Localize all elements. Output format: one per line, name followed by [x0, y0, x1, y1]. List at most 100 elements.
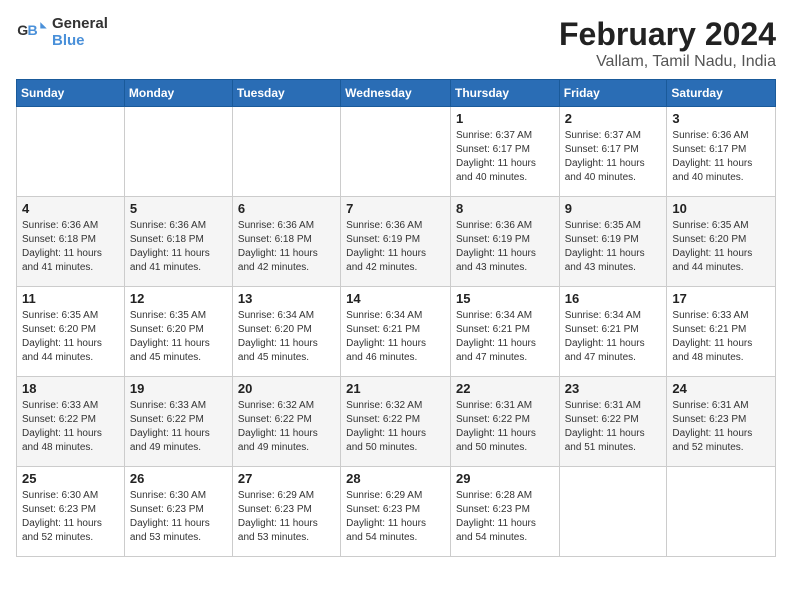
- calendar-cell: 24 Sunrise: 6:31 AM Sunset: 6:23 PM Dayli…: [667, 377, 776, 467]
- header-cell-wednesday: Wednesday: [341, 80, 451, 107]
- day-number: 1: [456, 111, 554, 126]
- calendar-cell: 25Sunrise: 6:30 AM Sunset: 6:23 PM Dayli…: [17, 467, 125, 557]
- calendar-cell: 12 Sunrise: 6:35 AM Sunset: 6:20 PM Dayli…: [124, 287, 232, 377]
- calendar-cell: 28 Sunrise: 6:29 AM Sunset: 6:23 PM Dayli…: [341, 467, 451, 557]
- day-info: Sunrise: 6:36 AM Sunset: 6:18 PM Dayligh…: [130, 219, 227, 275]
- day-info: Sunrise: 6:35 AM Sunset: 6:20 PM Dayligh…: [130, 309, 227, 365]
- title-area: February 2024 Vallam, Tamil Nadu, India: [559, 16, 776, 71]
- calendar-cell: 14 Sunrise: 6:34 AM Sunset: 6:21 PM Dayli…: [341, 287, 451, 377]
- day-number: 3: [672, 111, 770, 126]
- day-number: 4: [22, 201, 119, 216]
- day-number: 10: [672, 201, 770, 216]
- calendar-cell: 27 Sunrise: 6:29 AM Sunset: 6:23 PM Dayli…: [232, 467, 340, 557]
- calendar-cell: 5 Sunrise: 6:36 AM Sunset: 6:18 PM Daylig…: [124, 197, 232, 287]
- calendar-cell: [559, 467, 667, 557]
- day-number: 14: [346, 291, 445, 306]
- day-number: 18: [22, 381, 119, 396]
- calendar-cell: 17Sunrise: 6:33 AM Sunset: 6:21 PM Dayli…: [667, 287, 776, 377]
- day-number: 23: [565, 381, 662, 396]
- calendar-cell: 2 Sunrise: 6:37 AM Sunset: 6:17 PM Daylig…: [559, 107, 667, 197]
- day-number: 12: [130, 291, 227, 306]
- day-info: Sunrise: 6:31 AM Sunset: 6:23 PM Dayligh…: [672, 399, 770, 455]
- day-info: Sunrise: 6:29 AM Sunset: 6:23 PM Dayligh…: [346, 489, 445, 545]
- logo: G B General Blue: [16, 16, 108, 49]
- calendar-cell: [341, 107, 451, 197]
- day-number: 13: [238, 291, 335, 306]
- header-cell-tuesday: Tuesday: [232, 80, 340, 107]
- day-number: 15: [456, 291, 554, 306]
- day-number: 28: [346, 471, 445, 486]
- svg-text:B: B: [28, 21, 38, 37]
- calendar-cell: [17, 107, 125, 197]
- day-number: 2: [565, 111, 662, 126]
- calendar-cell: 22Sunrise: 6:31 AM Sunset: 6:22 PM Dayli…: [450, 377, 559, 467]
- day-number: 24: [672, 381, 770, 396]
- week-row-1: 4 Sunrise: 6:36 AM Sunset: 6:18 PM Daylig…: [17, 197, 776, 287]
- calendar-cell: 20Sunrise: 6:32 AM Sunset: 6:22 PM Dayli…: [232, 377, 340, 467]
- day-info: Sunrise: 6:35 AM Sunset: 6:20 PM Dayligh…: [672, 219, 770, 275]
- day-number: 25: [22, 471, 119, 486]
- calendar-cell: 18 Sunrise: 6:33 AM Sunset: 6:22 PM Dayli…: [17, 377, 125, 467]
- day-info: Sunrise: 6:33 AM Sunset: 6:22 PM Dayligh…: [22, 399, 119, 455]
- calendar-cell: 4 Sunrise: 6:36 AM Sunset: 6:18 PM Daylig…: [17, 197, 125, 287]
- calendar-table: SundayMondayTuesdayWednesdayThursdayFrid…: [16, 79, 776, 557]
- calendar-cell: 21Sunrise: 6:32 AM Sunset: 6:22 PM Dayli…: [341, 377, 451, 467]
- day-info: Sunrise: 6:32 AM Sunset: 6:22 PM Dayligh…: [346, 399, 445, 455]
- calendar-cell: 23Sunrise: 6:31 AM Sunset: 6:22 PM Dayli…: [559, 377, 667, 467]
- calendar-cell: [232, 107, 340, 197]
- day-info: Sunrise: 6:37 AM Sunset: 6:17 PM Dayligh…: [565, 129, 662, 185]
- calendar-cell: 26Sunrise: 6:30 AM Sunset: 6:23 PM Dayli…: [124, 467, 232, 557]
- day-info: Sunrise: 6:36 AM Sunset: 6:19 PM Dayligh…: [346, 219, 445, 275]
- calendar-cell: 1 Sunrise: 6:37 AM Sunset: 6:17 PM Daylig…: [450, 107, 559, 197]
- day-info: Sunrise: 6:29 AM Sunset: 6:23 PM Dayligh…: [238, 489, 335, 545]
- calendar-cell: 6Sunrise: 6:36 AM Sunset: 6:18 PM Daylig…: [232, 197, 340, 287]
- logo-line2: Blue: [52, 33, 108, 50]
- calendar-cell: 16 Sunrise: 6:34 AM Sunset: 6:21 PM Dayli…: [559, 287, 667, 377]
- header-cell-monday: Monday: [124, 80, 232, 107]
- month-year: February 2024: [559, 16, 776, 53]
- day-number: 27: [238, 471, 335, 486]
- calendar-cell: [124, 107, 232, 197]
- calendar-cell: 9Sunrise: 6:35 AM Sunset: 6:19 PM Daylig…: [559, 197, 667, 287]
- day-number: 5: [130, 201, 227, 216]
- day-info: Sunrise: 6:35 AM Sunset: 6:19 PM Dayligh…: [565, 219, 662, 275]
- day-number: 20: [238, 381, 335, 396]
- calendar-cell: 13 Sunrise: 6:34 AM Sunset: 6:20 PM Dayli…: [232, 287, 340, 377]
- day-number: 6: [238, 201, 335, 216]
- header-cell-sunday: Sunday: [17, 80, 125, 107]
- day-number: 16: [565, 291, 662, 306]
- header-row: SundayMondayTuesdayWednesdayThursdayFrid…: [17, 80, 776, 107]
- day-number: 26: [130, 471, 227, 486]
- calendar-cell: 10 Sunrise: 6:35 AM Sunset: 6:20 PM Dayli…: [667, 197, 776, 287]
- calendar-cell: 19Sunrise: 6:33 AM Sunset: 6:22 PM Dayli…: [124, 377, 232, 467]
- day-info: Sunrise: 6:35 AM Sunset: 6:20 PM Dayligh…: [22, 309, 119, 365]
- day-info: Sunrise: 6:33 AM Sunset: 6:21 PM Dayligh…: [672, 309, 770, 365]
- calendar-cell: [667, 467, 776, 557]
- week-row-4: 25Sunrise: 6:30 AM Sunset: 6:23 PM Dayli…: [17, 467, 776, 557]
- day-info: Sunrise: 6:34 AM Sunset: 6:21 PM Dayligh…: [346, 309, 445, 365]
- location: Vallam, Tamil Nadu, India: [559, 53, 776, 71]
- header-cell-friday: Friday: [559, 80, 667, 107]
- day-number: 7: [346, 201, 445, 216]
- day-info: Sunrise: 6:28 AM Sunset: 6:23 PM Dayligh…: [456, 489, 554, 545]
- logo-icon: G B: [16, 17, 48, 49]
- day-info: Sunrise: 6:36 AM Sunset: 6:19 PM Dayligh…: [456, 219, 554, 275]
- week-row-0: 1 Sunrise: 6:37 AM Sunset: 6:17 PM Daylig…: [17, 107, 776, 197]
- calendar-cell: 8 Sunrise: 6:36 AM Sunset: 6:19 PM Daylig…: [450, 197, 559, 287]
- calendar-body: 1 Sunrise: 6:37 AM Sunset: 6:17 PM Daylig…: [17, 107, 776, 557]
- day-number: 11: [22, 291, 119, 306]
- day-info: Sunrise: 6:36 AM Sunset: 6:18 PM Dayligh…: [22, 219, 119, 275]
- calendar-cell: 15Sunrise: 6:34 AM Sunset: 6:21 PM Dayli…: [450, 287, 559, 377]
- logo-line1: General: [52, 16, 108, 33]
- day-number: 19: [130, 381, 227, 396]
- day-number: 8: [456, 201, 554, 216]
- week-row-3: 18 Sunrise: 6:33 AM Sunset: 6:22 PM Dayli…: [17, 377, 776, 467]
- week-row-2: 11 Sunrise: 6:35 AM Sunset: 6:20 PM Dayli…: [17, 287, 776, 377]
- day-info: Sunrise: 6:34 AM Sunset: 6:20 PM Dayligh…: [238, 309, 335, 365]
- day-number: 29: [456, 471, 554, 486]
- calendar-cell: 3Sunrise: 6:36 AM Sunset: 6:17 PM Daylig…: [667, 107, 776, 197]
- day-info: Sunrise: 6:34 AM Sunset: 6:21 PM Dayligh…: [565, 309, 662, 365]
- day-info: Sunrise: 6:37 AM Sunset: 6:17 PM Dayligh…: [456, 129, 554, 185]
- calendar-cell: 29 Sunrise: 6:28 AM Sunset: 6:23 PM Dayli…: [450, 467, 559, 557]
- calendar-cell: 11 Sunrise: 6:35 AM Sunset: 6:20 PM Dayli…: [17, 287, 125, 377]
